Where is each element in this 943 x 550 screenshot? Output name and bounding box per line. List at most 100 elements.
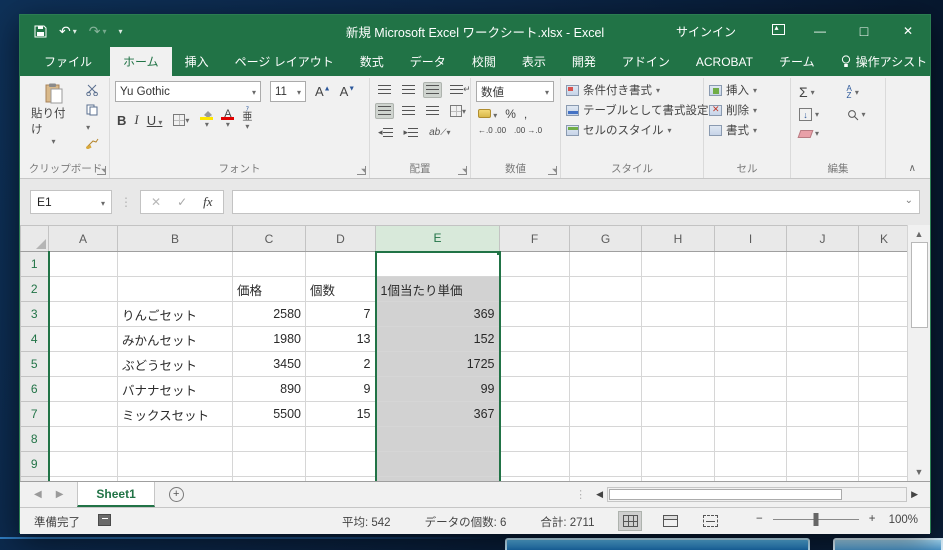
row-header-4[interactable]: 4: [21, 327, 49, 352]
font-color-button[interactable]: A: [221, 110, 234, 130]
cell-H5[interactable]: [642, 352, 715, 377]
cell-I4[interactable]: [715, 327, 787, 352]
cell-E2[interactable]: 1個当たり単価: [376, 277, 500, 302]
cell-A3[interactable]: [49, 302, 118, 327]
cell-K2[interactable]: [859, 277, 908, 302]
column-header-K[interactable]: K: [859, 226, 908, 252]
cell-K8[interactable]: [859, 427, 908, 452]
cell-H6[interactable]: [642, 377, 715, 402]
cell-D2[interactable]: 個数: [306, 277, 376, 302]
formula-input[interactable]: ⌄: [232, 190, 920, 214]
fill-handle[interactable]: [496, 252, 500, 256]
normal-view-button[interactable]: [618, 511, 642, 531]
cell-J4[interactable]: [787, 327, 859, 352]
column-header-D[interactable]: D: [306, 226, 376, 252]
cell-H8[interactable]: [642, 427, 715, 452]
align-middle-button[interactable]: [399, 82, 418, 98]
maximize-button[interactable]: □: [842, 15, 886, 47]
cell-F5[interactable]: [500, 352, 570, 377]
customize-qat-button[interactable]: [119, 27, 123, 36]
cell-K6[interactable]: [859, 377, 908, 402]
insert-cells-button[interactable]: 挿入: [709, 82, 785, 98]
cancel-entry-button[interactable]: ✕: [151, 195, 161, 209]
column-header-B[interactable]: B: [118, 226, 233, 252]
insert-function-button[interactable]: fx: [203, 194, 212, 210]
cell-C2[interactable]: 価格: [233, 277, 306, 302]
conditional-formatting-button[interactable]: 条件付き書式: [566, 82, 698, 98]
fill-button[interactable]: ↓: [796, 106, 834, 123]
cell-H3[interactable]: [642, 302, 715, 327]
cell-C3[interactable]: 2580: [233, 302, 306, 327]
merge-center-button[interactable]: [447, 102, 469, 120]
page-break-view-button[interactable]: [698, 511, 722, 531]
row-header-2[interactable]: 2: [21, 277, 49, 302]
delete-cells-button[interactable]: 削除: [709, 102, 785, 118]
column-header-H[interactable]: H: [642, 226, 715, 252]
cell-K9[interactable]: [859, 452, 908, 477]
cell-F8[interactable]: [500, 427, 570, 452]
next-sheet-arrow[interactable]: ▶: [56, 489, 64, 500]
cell-B2[interactable]: [118, 277, 233, 302]
sign-in-button[interactable]: サインイン: [654, 23, 758, 40]
horizontal-scrollbar[interactable]: ⋮ ◀ ▶: [575, 482, 930, 507]
underline-button[interactable]: U: [147, 113, 163, 128]
cell-I8[interactable]: [715, 427, 787, 452]
cell-A9[interactable]: [49, 452, 118, 477]
decrease-indent-button[interactable]: ◂: [375, 124, 396, 141]
tab-page-layout[interactable]: ページ レイアウト: [222, 47, 347, 76]
tab-team[interactable]: チーム: [766, 47, 828, 76]
orientation-button[interactable]: ab⟋: [426, 124, 453, 141]
cell-D1[interactable]: [306, 252, 376, 277]
cell-C4[interactable]: 1980: [233, 327, 306, 352]
cell-D9[interactable]: [306, 452, 376, 477]
tab-data[interactable]: データ: [397, 47, 459, 76]
tab-developer[interactable]: 開発: [559, 47, 609, 76]
cell-I6[interactable]: [715, 377, 787, 402]
cell-D7[interactable]: 15: [306, 402, 376, 427]
tab-addins[interactable]: アドイン: [609, 47, 683, 76]
cell-I9[interactable]: [715, 452, 787, 477]
cell-G7[interactable]: [570, 402, 642, 427]
increase-indent-button[interactable]: ▸: [401, 124, 422, 141]
bold-button[interactable]: B: [117, 113, 126, 128]
cell-styles-button[interactable]: セルのスタイル: [566, 122, 698, 138]
sheet-tab-sheet1[interactable]: Sheet1: [77, 482, 154, 507]
column-header-C[interactable]: C: [233, 226, 306, 252]
zoom-out-button[interactable]: −: [756, 513, 763, 525]
align-top-button[interactable]: [375, 82, 394, 98]
cell-B7[interactable]: ミックスセット: [118, 402, 233, 427]
number-dialog-launcher[interactable]: [548, 166, 557, 175]
currency-format-button[interactable]: [478, 107, 497, 121]
cell-G2[interactable]: [570, 277, 642, 302]
cell-K7[interactable]: [859, 402, 908, 427]
cell-J3[interactable]: [787, 302, 859, 327]
page-layout-view-button[interactable]: [658, 511, 682, 531]
grow-font-button[interactable]: A▲: [315, 84, 331, 99]
font-dialog-launcher[interactable]: [357, 166, 366, 175]
column-header-G[interactable]: G: [570, 226, 642, 252]
collapse-ribbon-button[interactable]: ∧: [909, 163, 916, 174]
borders-button[interactable]: [170, 111, 192, 129]
name-box-resizer[interactable]: ⋮: [120, 195, 132, 209]
vertical-scroll-thumb[interactable]: [911, 242, 928, 328]
cell-E6[interactable]: 99: [376, 377, 500, 402]
cell-G9[interactable]: [570, 452, 642, 477]
zoom-slider[interactable]: [773, 519, 859, 520]
cell-G3[interactable]: [570, 302, 642, 327]
wrap-text-button[interactable]: ↵: [447, 81, 474, 98]
decrease-decimal-button[interactable]: .00 →.0: [514, 126, 542, 135]
cell-J1[interactable]: [787, 252, 859, 277]
tab-home[interactable]: ホーム: [110, 47, 172, 76]
column-header-E[interactable]: E: [376, 226, 500, 252]
cell-H4[interactable]: [642, 327, 715, 352]
font-name-combo[interactable]: Yu Gothic: [115, 81, 261, 102]
cell-D5[interactable]: 2: [306, 352, 376, 377]
cell-D6[interactable]: 9: [306, 377, 376, 402]
cell-K1[interactable]: [859, 252, 908, 277]
column-header-F[interactable]: F: [500, 226, 570, 252]
cell-I5[interactable]: [715, 352, 787, 377]
tab-review[interactable]: 校閲: [459, 47, 509, 76]
cell-E5[interactable]: 1725: [376, 352, 500, 377]
row-header-6[interactable]: 6: [21, 377, 49, 402]
clipboard-dialog-launcher[interactable]: [97, 166, 106, 175]
